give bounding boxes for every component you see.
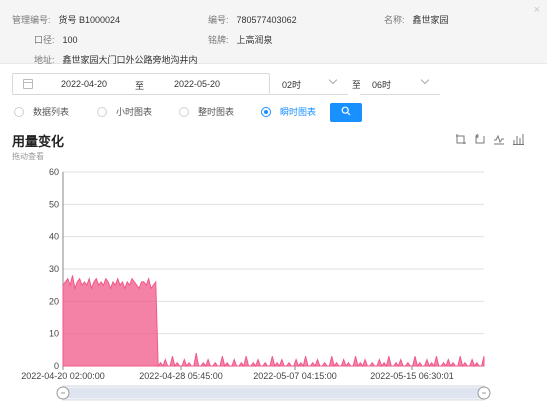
serial-label: 编号: [208,15,229,25]
serial-row: 编号: 780577403062 [208,13,297,26]
mgmt-no-label: 管理编号: [12,15,51,25]
y-tick-label: 40 [49,232,59,242]
radio-icon [14,107,24,117]
caliber-value: 100 [62,35,78,45]
date-range-picker[interactable]: 2022-04-20 至 2022-05-20 [12,73,270,95]
mode-label: 瞬时图表 [280,107,317,117]
usage-chart[interactable]: 0 10 20 30 40 50 60 2022-04-20 02:00:00 2022-04-… [0,160,547,410]
start-hour-value: 02时 [282,80,302,90]
brand-row: 铭牌: 上高润泉 [208,33,273,46]
x-tick-label: 2022-04-28 05:45:00 [139,371,223,381]
end-date[interactable]: 2022-05-20 [174,79,220,89]
date-range-separator: 至 [135,81,145,91]
x-tick-label: 2022-05-07 04:15:00 [253,371,337,381]
chart-title: 用量变化 [12,134,65,149]
mode-data-list[interactable]: 数据列表 [14,105,69,118]
calendar-icon [23,79,33,89]
mode-label: 整时图表 [198,107,235,117]
zoom-slider-window [67,388,480,398]
line-chart-icon[interactable] [493,133,505,145]
bar-chart-icon[interactable] [512,133,524,145]
y-tick-label: 60 [49,167,59,177]
meter-info-panel: 管理编号: 货号 B1000024 编号: 780577403062 名称: 鑫世家园… [0,0,547,66]
mode-label: 数据列表 [33,107,70,117]
close-icon[interactable]: × [534,4,540,16]
brand-label: 铭牌: [208,35,229,45]
y-tick-label: 10 [49,329,59,339]
radio-icon [261,107,271,117]
zoom-icon[interactable] [455,133,467,145]
radio-icon [179,107,189,117]
mode-whole-hour-chart[interactable]: 整时图表 [179,105,234,118]
name-value: 鑫世家园 [412,15,449,25]
serial-value: 780577403062 [236,15,297,25]
name-label: 名称: [384,15,405,25]
address-label: 地址: [34,55,55,65]
x-tick-label: 2022-04-20 02:00:00 [21,371,105,381]
mode-instant-chart[interactable]: 瞬时图表 [261,105,316,118]
brand-value: 上高润泉 [236,35,273,45]
address-row: 地址: 鑫世家园大门口外公路旁地沟井内 [34,53,198,66]
y-tick-label: 50 [49,199,59,209]
y-tick-label: 20 [49,296,59,306]
x-tick-label: 2022-05-15 06:30:01 [370,371,454,381]
end-hour-value: 06时 [372,80,392,90]
y-tick-label: 0 [54,361,59,371]
mgmt-no-value: 货号 B1000024 [58,15,121,25]
caliber-label: 口径: [34,35,55,45]
chart-toolbox [455,133,535,147]
caliber-row: 口径: 100 [34,33,78,46]
start-date[interactable]: 2022-04-20 [61,79,107,89]
radio-icon [97,107,107,117]
mode-label: 小时图表 [116,107,153,117]
name-row: 名称: 鑫世家园 [384,13,449,26]
end-hour-select[interactable]: 06时 [360,73,440,95]
address-value: 鑫世家园大门口外公路旁地沟井内 [62,55,198,65]
mgmt-no-row: 管理编号: 货号 B1000024 [12,13,120,26]
chevron-down-icon [328,75,338,85]
search-icon [341,106,351,116]
mode-hour-chart[interactable]: 小时图表 [97,105,152,118]
chevron-down-icon [420,75,430,85]
zoom-reset-icon[interactable] [474,133,486,145]
y-tick-label: 30 [49,264,59,274]
usage-area-series [62,275,485,368]
search-button[interactable] [330,103,362,122]
start-hour-select[interactable]: 02时 [270,73,348,95]
